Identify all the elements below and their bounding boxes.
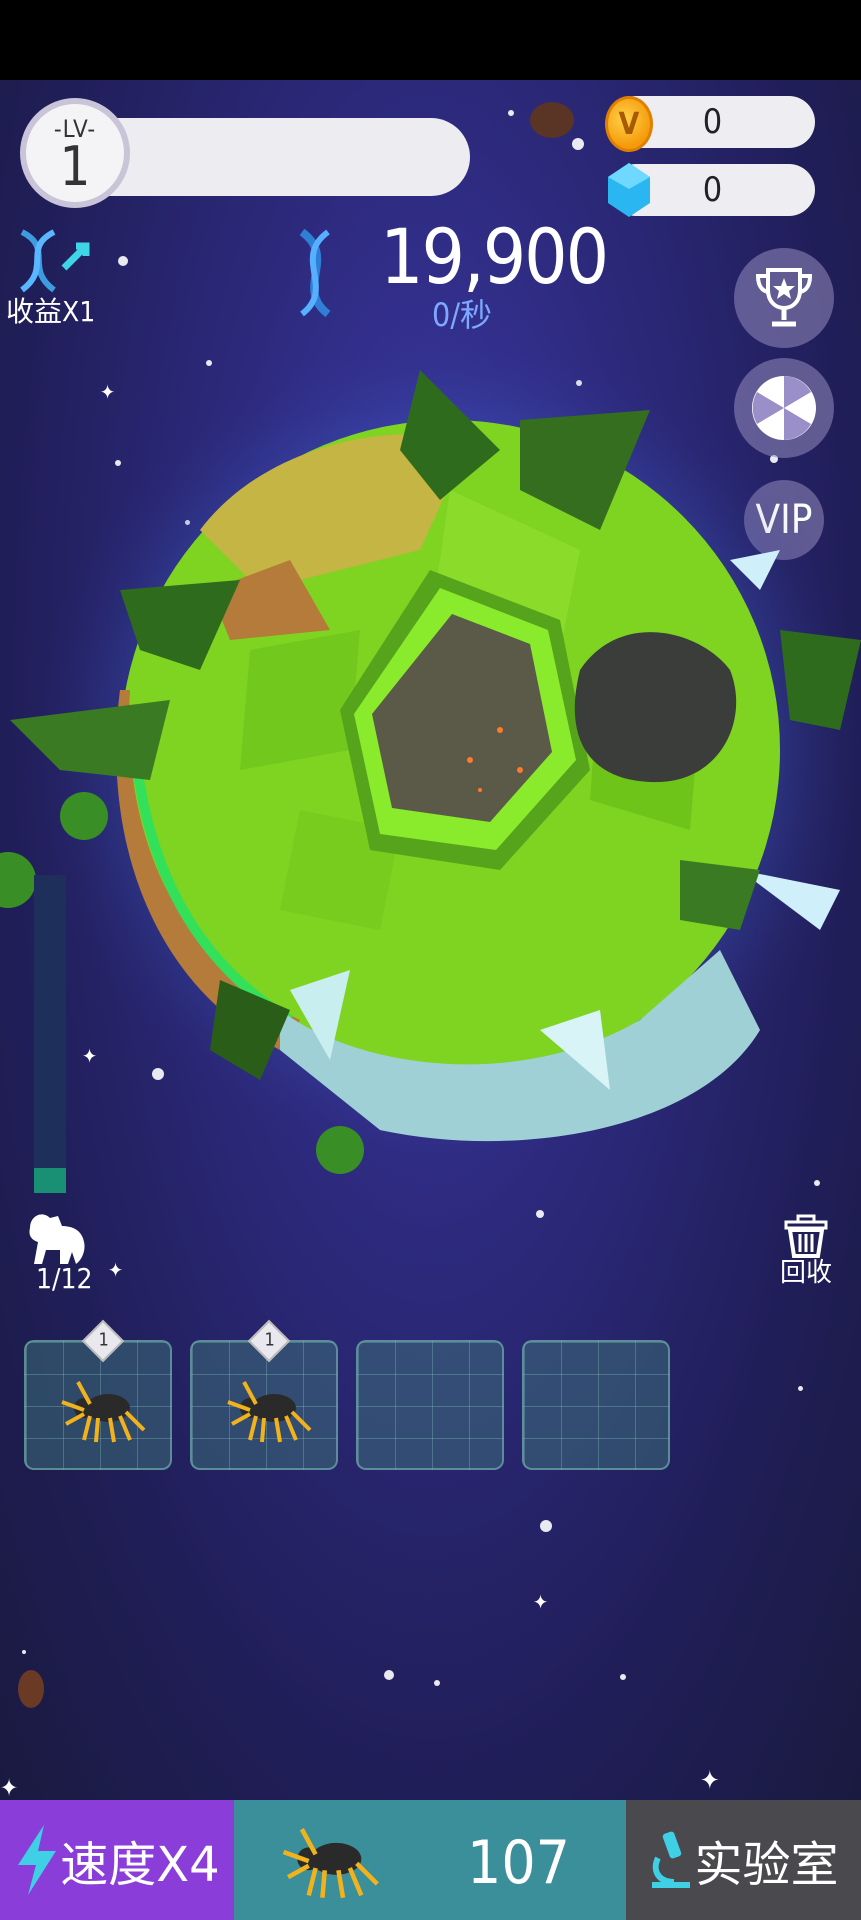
pet-progress-fill: [34, 1167, 66, 1193]
sparkle: ✦: [533, 1590, 549, 1614]
pet-slot-2[interactable]: 1: [190, 1319, 338, 1470]
income-boost-icon[interactable]: [14, 228, 94, 298]
sparkle: ✦: [700, 1766, 720, 1796]
buy-pet-button[interactable]: 107: [234, 1800, 626, 1920]
dna-icon: [299, 228, 331, 318]
planet[interactable]: [0, 330, 861, 1190]
sparkle: ✦: [0, 1774, 19, 1800]
pet-slot-1[interactable]: 1: [24, 1319, 172, 1470]
dog-icon[interactable]: [24, 1208, 90, 1268]
spider-icon: [61, 1381, 146, 1443]
spider-icon: [227, 1381, 312, 1443]
pet-progress-bar: [34, 875, 66, 1193]
gem-count: 0: [702, 170, 723, 210]
pet-count: 1/12: [36, 1262, 93, 1295]
star: [620, 1674, 626, 1680]
star: [434, 1680, 440, 1686]
lab-button[interactable]: 实验室: [626, 1800, 861, 1920]
star: [118, 256, 128, 266]
star: [798, 1386, 803, 1391]
buy-cost: 107: [467, 1828, 571, 1898]
star: [536, 1210, 544, 1218]
speed-button[interactable]: 速度X4: [0, 1800, 234, 1920]
coin-icon: V: [605, 96, 653, 152]
trophy-icon: [755, 268, 813, 327]
star: [540, 1520, 552, 1532]
star: [572, 138, 584, 150]
slot-level: 1: [264, 1329, 275, 1351]
coin-count: 0: [702, 102, 723, 142]
speed-label: 速度X4: [60, 1837, 220, 1893]
sparkle: ✦: [108, 1258, 124, 1282]
level-badge[interactable]: -LV- 1: [20, 98, 130, 208]
gem-icon: [608, 163, 650, 217]
level-value: 1: [59, 135, 91, 198]
bottom-bar: 速度X4 107 实验室: [0, 1800, 861, 1920]
star: [384, 1670, 394, 1680]
recycle-label: 回收: [780, 1258, 833, 1288]
lightning-icon: [18, 1825, 57, 1895]
star: [22, 1650, 26, 1654]
star: [508, 110, 514, 116]
spider-icon: [282, 1828, 379, 1899]
asteroid-icon: [530, 102, 574, 138]
microscope-icon: [652, 1831, 691, 1888]
pet-slot-3[interactable]: [356, 1340, 504, 1470]
dna-count: 19,900: [380, 212, 609, 301]
asteroid-icon: [18, 1670, 44, 1708]
pet-slot-4[interactable]: [522, 1340, 670, 1470]
lab-label: 实验室: [694, 1837, 839, 1893]
income-label: 收益X1: [6, 295, 96, 328]
slot-level: 1: [98, 1329, 109, 1351]
